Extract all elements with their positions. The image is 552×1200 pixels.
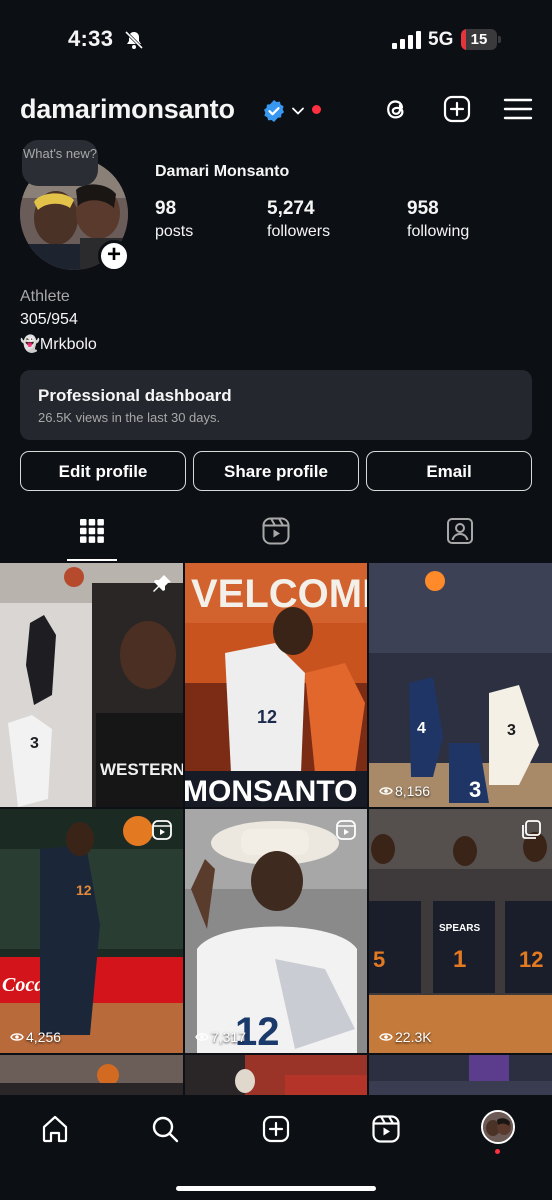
stat-label: followers: [267, 223, 331, 240]
add-story-icon[interactable]: +: [98, 240, 130, 272]
pin-icon: [153, 575, 171, 592]
menu-icon[interactable]: [503, 94, 533, 124]
play-count-icon: [379, 787, 393, 795]
stat-followers[interactable]: 5,274 followers: [267, 198, 330, 241]
active-tab-indicator: [67, 559, 117, 561]
grid-post[interactable]: 4 3 3 8,156: [369, 563, 552, 807]
profile-tab-avatar[interactable]: [481, 1110, 515, 1144]
dashboard-subtitle: 26.5K views in the last 30 days.: [38, 410, 221, 425]
view-count-value: 7,317: [211, 1029, 247, 1045]
reels-icon[interactable]: [371, 1114, 401, 1144]
reel-badge-icon: [152, 820, 172, 840]
svg-text:3: 3: [469, 777, 481, 802]
notification-dot: [495, 1149, 500, 1154]
stat-label: following: [407, 223, 470, 240]
carousel-icon: [522, 820, 541, 839]
professional-dashboard[interactable]: Professional dashboard 26.5K views in th…: [20, 370, 532, 440]
chevron-down-icon[interactable]: [291, 104, 305, 118]
play-count-icon: [195, 1033, 209, 1041]
view-count: 22.3K: [379, 1029, 432, 1045]
svg-text:4: 4: [417, 720, 426, 737]
grid-post[interactable]: [0, 1055, 183, 1095]
svg-text:1: 1: [453, 946, 466, 973]
grid-post[interactable]: [185, 1055, 367, 1095]
full-name: Damari Monsanto: [155, 163, 290, 180]
note-bubble[interactable]: What's new?: [22, 140, 98, 186]
svg-text:12: 12: [519, 947, 543, 972]
battery-icon: 15: [461, 29, 501, 50]
create-icon[interactable]: [261, 1114, 291, 1144]
svg-text:3: 3: [30, 735, 39, 752]
svg-text:5: 5: [373, 947, 385, 972]
signal-icon: [392, 31, 421, 49]
home-icon[interactable]: [40, 1114, 70, 1144]
bio-line: 305/954: [20, 311, 78, 328]
dashboard-title: Professional dashboard: [38, 386, 232, 405]
network-type: 5G: [428, 29, 454, 50]
username[interactable]: damarimonsanto: [20, 94, 235, 125]
grid-post[interactable]: Coca-Cola 12 4,256: [0, 809, 183, 1053]
grid-post[interactable]: [369, 1055, 552, 1095]
bell-off-icon: [124, 30, 144, 50]
stat-number: 5,274: [267, 198, 315, 219]
bio-category: Athlete: [20, 288, 70, 305]
svg-text:12: 12: [76, 882, 92, 898]
battery-level: 15: [470, 31, 488, 48]
stat-number: 958: [407, 198, 439, 219]
stat-label: posts: [155, 223, 194, 240]
frame-text: SPEARS: [439, 923, 480, 934]
bio-line[interactable]: 👻Mrkbolo: [20, 334, 97, 354]
svg-text:12: 12: [257, 707, 277, 727]
play-count-icon: [10, 1033, 24, 1041]
tagged-icon[interactable]: [445, 516, 475, 546]
stat-following[interactable]: 958 following: [407, 198, 469, 241]
jersey-text: WESTERN: [100, 760, 183, 779]
reel-badge-icon: [336, 820, 356, 840]
grid-post[interactable]: 12 7,317: [185, 809, 367, 1053]
grid-post[interactable]: VELCOMI 12 MONSANTO: [185, 563, 367, 807]
stat-posts[interactable]: 98 posts: [155, 198, 193, 241]
share-profile-button[interactable]: Share profile: [193, 451, 359, 491]
create-icon[interactable]: [442, 94, 472, 124]
view-count-value: 22.3K: [395, 1029, 432, 1045]
home-indicator: [176, 1186, 376, 1191]
verified-badge-icon: [264, 100, 284, 122]
grid-icon[interactable]: [77, 516, 107, 546]
banner-text: MONSANTO: [185, 775, 357, 807]
grid-post[interactable]: SPEARS 1 5 12 22.3K: [369, 809, 552, 1053]
threads-icon[interactable]: [381, 94, 411, 124]
notification-dot: [312, 105, 321, 114]
view-count-value: 8,156: [395, 783, 431, 799]
svg-text:3: 3: [507, 722, 516, 739]
view-count: 8,156: [379, 783, 430, 799]
view-count: 4,256: [10, 1029, 61, 1045]
view-count: 7,317: [195, 1029, 246, 1045]
stat-number: 98: [155, 198, 177, 219]
grid-post[interactable]: WESTERN 3: [0, 563, 183, 807]
email-button[interactable]: Email: [366, 451, 532, 491]
bottom-navigation: [0, 1095, 552, 1200]
edit-profile-button[interactable]: Edit profile: [20, 451, 186, 491]
status-bar: 4:33 5G 15: [0, 0, 552, 80]
svg-text:VELCOMI: VELCOMI: [191, 572, 367, 616]
view-count-value: 4,256: [26, 1029, 62, 1045]
reels-icon[interactable]: [261, 516, 291, 546]
search-icon[interactable]: [150, 1114, 180, 1144]
play-count-icon: [379, 1033, 393, 1041]
status-time: 4:33: [68, 26, 114, 51]
